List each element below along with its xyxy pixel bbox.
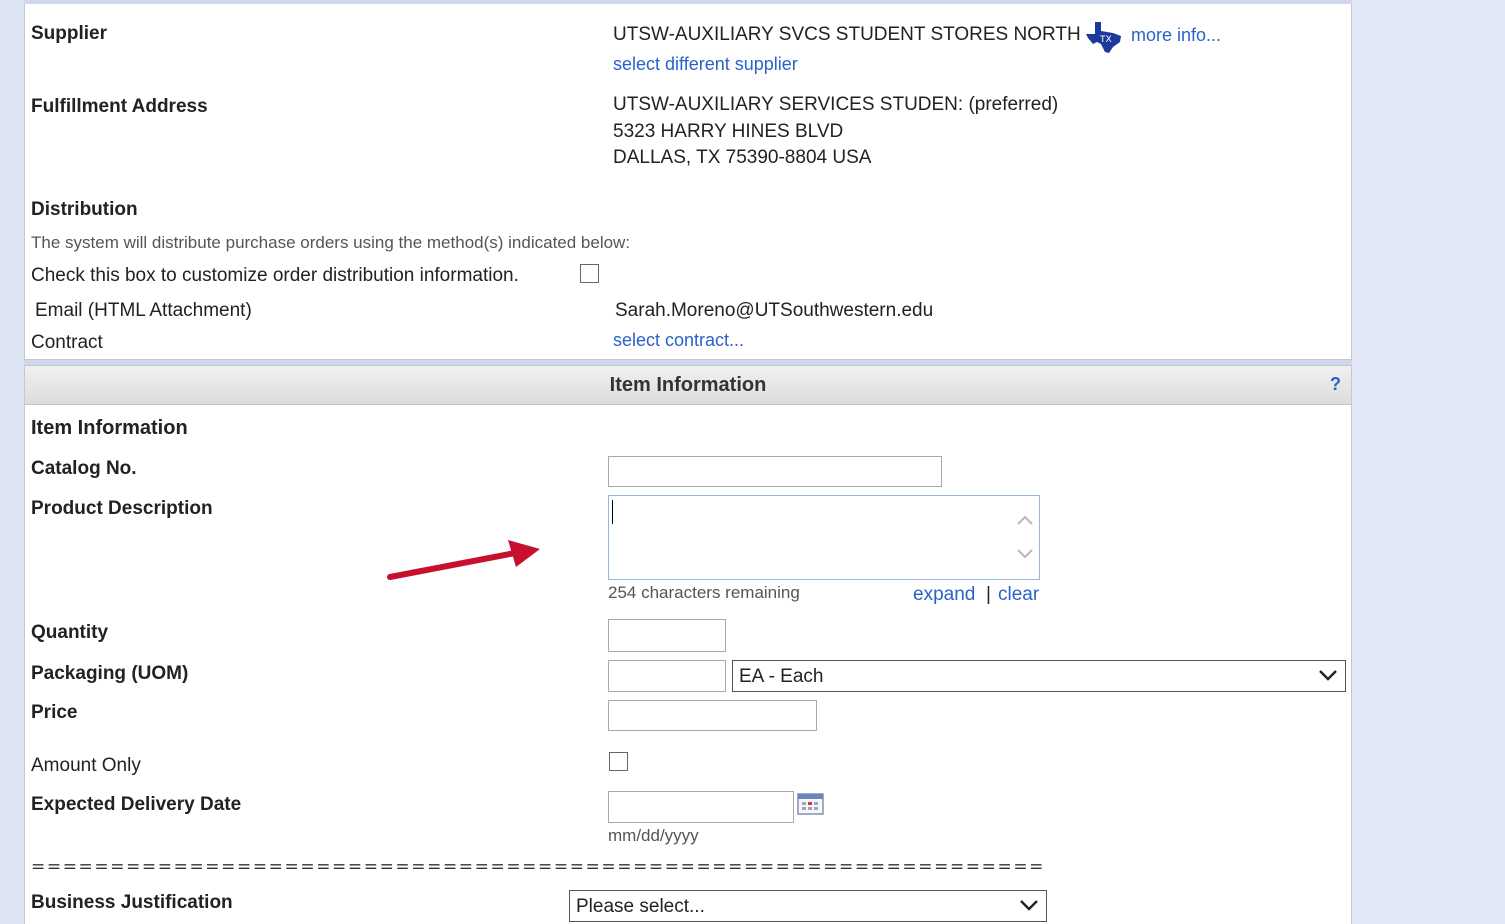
supplier-name: UTSW-AUXILIARY SVCS STUDENT STORES NORTH	[613, 24, 1081, 45]
business-justification-select[interactable]: Please select...	[569, 890, 1047, 922]
chevron-down-icon	[1319, 670, 1337, 681]
separator-line: ========================================…	[31, 857, 1046, 877]
email-value: Sarah.Moreno@UTSouthwestern.edu	[615, 300, 934, 321]
fulfillment-address-line1: UTSW-AUXILIARY SERVICES STUDEN: (preferr…	[613, 94, 1059, 115]
packaging-quantity-input[interactable]	[608, 660, 726, 692]
customize-distribution-checkbox[interactable]	[580, 264, 599, 283]
customize-distribution-label: Check this box to customize order distri…	[31, 265, 519, 286]
chevron-up-icon[interactable]	[1015, 510, 1035, 530]
text-caret	[612, 500, 613, 524]
annotation-arrow-icon	[387, 540, 540, 580]
calendar-icon[interactable]	[797, 792, 825, 816]
fulfillment-address-label: Fulfillment Address	[31, 96, 208, 117]
more-info-link[interactable]: more info...	[1131, 25, 1221, 46]
distribution-heading: Distribution	[31, 199, 138, 220]
texas-shape-icon: TX	[1086, 22, 1121, 53]
product-description-textarea[interactable]	[608, 495, 1040, 580]
distribution-description: The system will distribute purchase orde…	[31, 233, 631, 252]
quantity-label: Quantity	[31, 622, 109, 643]
business-justification-label: Business Justification	[31, 892, 233, 913]
chevron-down-icon[interactable]	[1015, 544, 1035, 564]
email-label: Email (HTML Attachment)	[35, 300, 252, 321]
packaging-uom-label: Packaging (UOM)	[31, 663, 189, 684]
amount-only-checkbox[interactable]	[609, 752, 628, 771]
delivery-date-input[interactable]	[608, 791, 794, 823]
uom-selected-value: EA - Each	[739, 666, 824, 687]
help-icon[interactable]: ?	[1330, 374, 1341, 395]
chevron-down-icon	[1020, 900, 1038, 911]
clear-link[interactable]: clear	[998, 584, 1039, 606]
price-input[interactable]	[608, 700, 817, 731]
price-label: Price	[31, 702, 78, 723]
item-information-header: Item Information ?	[25, 366, 1351, 405]
fulfillment-address-line2: 5323 HARRY HINES BLVD	[613, 121, 844, 142]
contract-label: Contract	[31, 332, 103, 353]
expected-delivery-date-label: Expected Delivery Date	[31, 794, 242, 815]
select-different-supplier-link[interactable]: select different supplier	[613, 54, 798, 75]
item-information-subheading: Item Information	[31, 417, 188, 439]
uom-select[interactable]: EA - Each	[732, 660, 1346, 692]
product-description-label: Product Description	[31, 498, 213, 519]
expand-link[interactable]: expand	[913, 584, 975, 606]
page-background-left	[0, 0, 24, 924]
date-format-hint: mm/dd/yyyy	[608, 826, 699, 845]
section-title: Item Information	[609, 374, 767, 396]
quantity-input[interactable]	[608, 619, 726, 652]
catalog-no-label: Catalog No.	[31, 458, 137, 479]
catalog-no-input[interactable]	[608, 456, 942, 487]
business-justification-selected: Please select...	[576, 896, 705, 917]
select-contract-link[interactable]: select contract...	[613, 330, 744, 351]
fulfillment-address-line3: DALLAS, TX 75390-8804 USA	[613, 147, 872, 168]
link-separator: |	[986, 584, 991, 605]
svg-text:TX: TX	[1099, 35, 1112, 45]
supplier-label: Supplier	[31, 23, 108, 44]
page-background-right	[1352, 0, 1505, 924]
amount-only-label: Amount Only	[31, 755, 141, 776]
chars-remaining: 254 characters remaining	[608, 583, 800, 602]
